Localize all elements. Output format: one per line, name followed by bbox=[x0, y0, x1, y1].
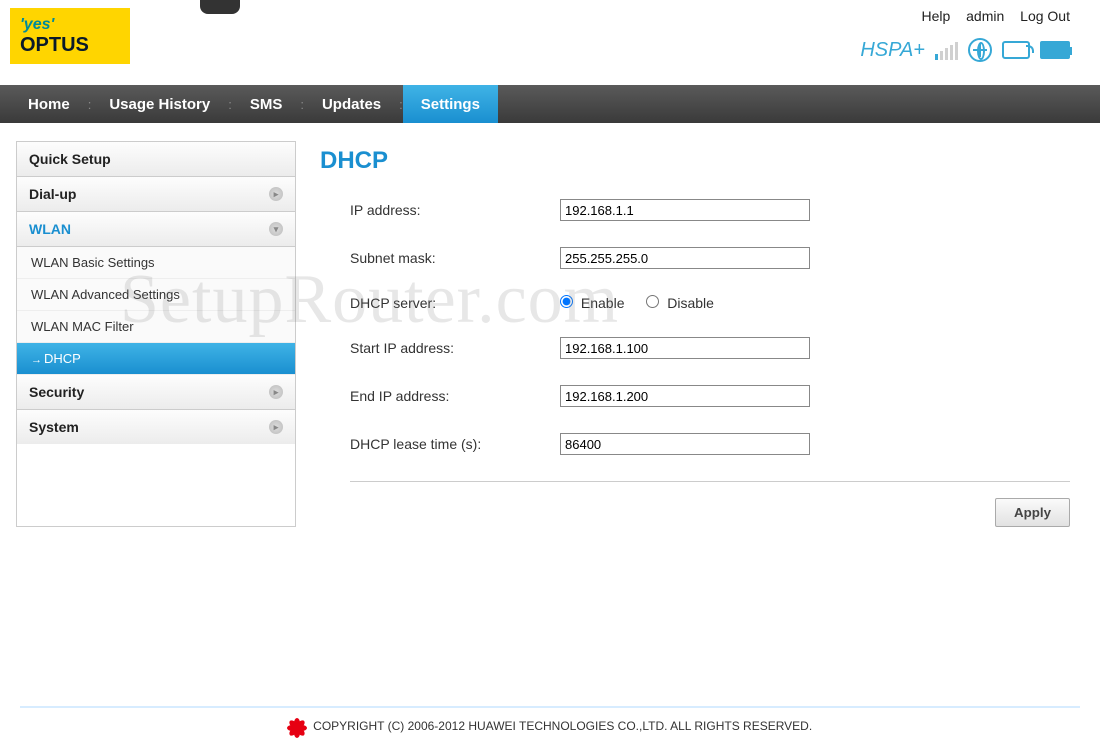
chevron-right-icon: ▸ bbox=[269, 187, 283, 201]
chevron-right-icon: ▸ bbox=[269, 385, 283, 399]
nav-home[interactable]: Home bbox=[10, 85, 88, 123]
radio-enable-text: Enable bbox=[581, 295, 625, 311]
radio-disable-label[interactable]: Disable bbox=[646, 295, 714, 311]
apply-button[interactable]: Apply bbox=[995, 498, 1070, 527]
header: 'yes' OPTUS Help admin Log Out HSPA+ bbox=[0, 0, 1100, 85]
page-title: DHCP bbox=[320, 147, 1070, 175]
logout-link[interactable]: Log Out bbox=[1020, 8, 1070, 24]
chevron-right-icon: ▸ bbox=[269, 420, 283, 434]
sidebar-label: Quick Setup bbox=[29, 151, 111, 167]
sidebar-label: Security bbox=[29, 384, 84, 400]
dhcp-form: IP address: Subnet mask: DHCP server: En… bbox=[320, 199, 1070, 527]
content: Quick Setup Dial-up ▸ WLAN ▾ WLAN Basic … bbox=[0, 123, 1100, 527]
label-subnet-mask: Subnet mask: bbox=[350, 250, 560, 266]
label-dhcp-server: DHCP server: bbox=[350, 295, 560, 311]
label-lease-time: DHCP lease time (s): bbox=[350, 436, 560, 452]
apply-row: Apply bbox=[350, 498, 1070, 527]
main-panel: DHCP IP address: Subnet mask: DHCP serve… bbox=[320, 141, 1070, 527]
main-nav: Home : Usage History : SMS : Updates : S… bbox=[0, 85, 1100, 123]
header-right: Help admin Log Out HSPA+ bbox=[860, 8, 1070, 85]
sidebar-security[interactable]: Security ▸ bbox=[17, 375, 295, 410]
footer: COPYRIGHT (C) 2006-2012 HUAWEI TECHNOLOG… bbox=[20, 706, 1080, 736]
input-ip-address[interactable] bbox=[560, 199, 810, 221]
sidebar-quick-setup[interactable]: Quick Setup bbox=[17, 142, 295, 177]
radio-enable-label[interactable]: Enable bbox=[560, 295, 628, 311]
sidebar-label: WLAN bbox=[29, 221, 71, 237]
nav-settings[interactable]: Settings bbox=[403, 85, 498, 123]
row-end-ip: End IP address: bbox=[350, 385, 1070, 407]
battery-icon bbox=[1040, 41, 1070, 59]
browser-tab-stub bbox=[200, 0, 240, 14]
input-lease-time[interactable] bbox=[560, 433, 810, 455]
row-ip-address: IP address: bbox=[350, 199, 1070, 221]
globe-icon bbox=[968, 38, 992, 62]
input-end-ip[interactable] bbox=[560, 385, 810, 407]
dhcp-server-radio-group: Enable Disable bbox=[560, 295, 732, 311]
sidebar-wlan-dhcp[interactable]: DHCP bbox=[17, 343, 295, 375]
footer-text: COPYRIGHT (C) 2006-2012 HUAWEI TECHNOLOG… bbox=[313, 719, 812, 733]
label-ip-address: IP address: bbox=[350, 202, 560, 218]
sidebar-label: System bbox=[29, 419, 79, 435]
input-start-ip[interactable] bbox=[560, 337, 810, 359]
sidebar-label: Dial-up bbox=[29, 186, 76, 202]
sidebar-wlan-mac-filter[interactable]: WLAN MAC Filter bbox=[17, 311, 295, 343]
row-subnet-mask: Subnet mask: bbox=[350, 247, 1070, 269]
nav-updates[interactable]: Updates bbox=[304, 85, 399, 123]
radio-disable[interactable] bbox=[646, 295, 659, 308]
status-row: HSPA+ bbox=[860, 38, 1070, 62]
sidebar-dialup[interactable]: Dial-up ▸ bbox=[17, 177, 295, 212]
logo-yes: 'yes' bbox=[20, 16, 120, 34]
wifi-pc-icon bbox=[1002, 41, 1030, 59]
sidebar-wlan-advanced[interactable]: WLAN Advanced Settings bbox=[17, 279, 295, 311]
radio-disable-text: Disable bbox=[667, 295, 714, 311]
sidebar-wlan[interactable]: WLAN ▾ bbox=[17, 212, 295, 247]
input-subnet-mask[interactable] bbox=[560, 247, 810, 269]
sidebar-system[interactable]: System ▸ bbox=[17, 410, 295, 444]
nav-usage-history[interactable]: Usage History bbox=[91, 85, 228, 123]
nav-sms[interactable]: SMS bbox=[232, 85, 301, 123]
sidebar: Quick Setup Dial-up ▸ WLAN ▾ WLAN Basic … bbox=[16, 141, 296, 527]
optus-logo: 'yes' OPTUS bbox=[10, 8, 130, 64]
signal-strength-icon bbox=[935, 40, 958, 60]
logo-optus: OPTUS bbox=[20, 34, 120, 57]
row-start-ip: Start IP address: bbox=[350, 337, 1070, 359]
label-end-ip: End IP address: bbox=[350, 388, 560, 404]
huawei-logo-icon bbox=[288, 718, 306, 736]
header-links: Help admin Log Out bbox=[860, 8, 1070, 24]
row-lease-time: DHCP lease time (s): bbox=[350, 433, 1070, 455]
network-type-label: HSPA+ bbox=[860, 39, 925, 62]
radio-enable[interactable] bbox=[560, 295, 573, 308]
help-link[interactable]: Help bbox=[921, 8, 950, 24]
sidebar-wlan-basic[interactable]: WLAN Basic Settings bbox=[17, 247, 295, 279]
row-dhcp-server: DHCP server: Enable Disable bbox=[350, 295, 1070, 311]
label-start-ip: Start IP address: bbox=[350, 340, 560, 356]
user-link[interactable]: admin bbox=[966, 8, 1004, 24]
chevron-down-icon: ▾ bbox=[269, 222, 283, 236]
form-divider bbox=[350, 481, 1070, 482]
